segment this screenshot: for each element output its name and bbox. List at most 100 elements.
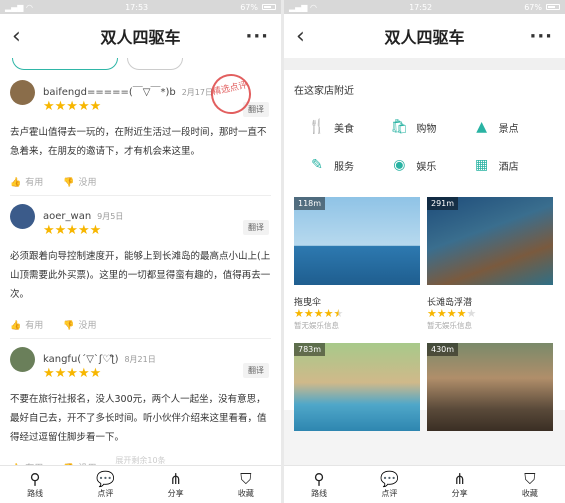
category-sights[interactable]: ▲ 景点: [473, 119, 555, 135]
review-item: baifengd=====(￣▽￣*)b 2月17日 ★★★★★ 翻译 精选点评 …: [0, 70, 281, 189]
bottom-tab-bar: ⚲ 路线 💬 点评 ⋔ 分享 ⛉ 收藏: [284, 465, 565, 503]
poi-photo[interactable]: 783m: [294, 343, 420, 431]
category-shopping[interactable]: 🛍 购物: [390, 119, 472, 135]
category-grid: 🍴 美食 🛍 购物 ▲ 景点 ✎ 服务 ◉ 娱乐 ▦ 酒店: [294, 119, 555, 173]
more-icon[interactable]: ···: [245, 26, 269, 47]
bottom-tab-bar: ⚲ 路线 💬 点评 ⋔ 分享 ⛉ 收藏: [0, 465, 281, 503]
sights-icon: ▲: [476, 119, 488, 135]
useless-label: 没用: [78, 177, 97, 188]
right-screen: ▂▄▆ ◠ 17:52 67% ‹ 双人四驱车 ··· 在这家店附近 🍴 美食 🛍 购…: [284, 0, 565, 503]
tab-share[interactable]: ⋔ 分享: [141, 466, 211, 503]
nearby-title: 在这家店附近: [294, 86, 354, 97]
review-stars: ★★★★★: [43, 366, 102, 381]
poi-photo[interactable]: 291m: [427, 197, 553, 285]
category-label: 酒店: [498, 161, 519, 173]
service-icon: ✎: [311, 157, 323, 173]
review-username[interactable]: kangfu(´▽`ʃ♡ƪ): [43, 354, 118, 365]
poi-grid: 118m 拖曳伞 ★★★★★ 暂无娱乐信息 291m 长滩岛浮潜 ★★★★★ 暂…: [294, 197, 555, 431]
useless-label: 没用: [78, 320, 97, 331]
thumbs-up-icon: 👍: [10, 320, 22, 331]
battery-icon: [262, 4, 276, 10]
useless-button[interactable]: 👎没用: [63, 318, 96, 331]
filter-chip-other[interactable]: [127, 58, 183, 70]
filter-chip-featured[interactable]: [12, 58, 118, 70]
expand-more-text[interactable]: 展开剩余10条: [0, 455, 281, 465]
shopping-icon: 🛍: [390, 119, 409, 135]
battery-percent: 67%: [240, 2, 258, 12]
bookmark-icon: ⛉: [524, 470, 536, 488]
useful-label: 有用: [25, 320, 44, 331]
useless-button[interactable]: 👎没用: [63, 175, 96, 188]
translate-button[interactable]: 翻译: [243, 363, 269, 378]
poi-distance: 291m: [427, 197, 459, 210]
battery-icon: [546, 4, 560, 10]
review-date: 9月5日: [97, 212, 124, 221]
category-entertainment[interactable]: ◉ 娱乐: [390, 157, 472, 173]
review-username[interactable]: aoer_wan: [43, 211, 91, 222]
category-hotel[interactable]: ▦ 酒店: [473, 157, 555, 173]
poi-photo[interactable]: 430m: [427, 343, 553, 431]
poi-card[interactable]: 118m 拖曳伞 ★★★★★ 暂无娱乐信息: [294, 197, 420, 331]
share-icon: ⋔: [169, 470, 182, 488]
review-username[interactable]: baifengd=====(￣▽￣*)b: [43, 87, 176, 98]
battery-percent: 67%: [524, 2, 542, 12]
tab-comment[interactable]: 💬 点评: [354, 466, 424, 503]
review-text: 必须跟着向导控制速度开，能够上到长滩岛的最高点小山上(上山顶需要此外买票)。这里…: [10, 251, 271, 300]
tab-bookmark[interactable]: ⛉ 收藏: [495, 466, 565, 503]
share-icon: ⋔: [453, 470, 466, 488]
tab-route[interactable]: ⚲ 路线: [284, 466, 354, 503]
useful-button[interactable]: 👍有用: [10, 318, 43, 331]
translate-button[interactable]: 翻译: [243, 220, 269, 235]
tab-label: 收藏: [237, 489, 254, 498]
tab-label: 路线: [311, 489, 328, 498]
nearby-section: 在这家店附近 🍴 美食 🛍 购物 ▲ 景点 ✎ 服务 ◉ 娱乐 ▦ 酒店 118m 拖曳伞 ★★★★★…: [284, 70, 565, 431]
avatar[interactable]: [10, 347, 35, 372]
status-time: 17:52: [409, 2, 433, 12]
tab-label: 收藏: [521, 489, 538, 498]
review-text: 去卢霍山值得去一玩的，在附近生活过一段时间，那时一直不急着来，在朋友的邀请下，才…: [10, 127, 267, 157]
avatar[interactable]: [10, 204, 35, 229]
tab-label: 分享: [451, 489, 468, 498]
bookmark-icon: ⛉: [240, 470, 252, 488]
category-label: 购物: [416, 123, 437, 135]
category-service[interactable]: ✎ 服务: [308, 157, 390, 173]
poi-rating: ★★★★★: [427, 307, 477, 320]
useful-label: 有用: [25, 177, 44, 188]
thumbs-down-icon: 👎: [63, 177, 75, 188]
tab-label: 路线: [27, 489, 44, 498]
hotel-icon: ▦: [475, 157, 489, 173]
category-label: 美食: [334, 123, 354, 135]
tab-comment[interactable]: 💬 点评: [70, 466, 140, 503]
review-date: 2月17日: [181, 88, 213, 97]
comment-icon: 💬: [380, 470, 399, 488]
more-icon[interactable]: ···: [529, 26, 553, 47]
status-bar: ▂▄▆ ◠ 17:52 67%: [284, 0, 565, 14]
review-text: 不要在旅行社报名，没人300元，两个人一起坐，没有意思，最好自己去，开不了多长时…: [10, 394, 267, 443]
entertainment-icon: ◉: [393, 157, 406, 173]
back-icon[interactable]: ‹: [12, 24, 36, 49]
avatar[interactable]: [10, 80, 35, 105]
tab-share[interactable]: ⋔ 分享: [425, 466, 495, 503]
food-icon: 🍴: [308, 119, 326, 135]
signal-icon: ▂▄▆ ◠: [289, 2, 317, 12]
review-date: 8月21日: [124, 355, 156, 364]
filter-chips: [0, 58, 281, 72]
poi-card[interactable]: 291m 长滩岛浮潜 ★★★★★ 暂无娱乐信息: [427, 197, 553, 331]
poi-rating: ★★★★★: [294, 307, 344, 320]
tab-bookmark[interactable]: ⛉ 收藏: [211, 466, 281, 503]
poi-card[interactable]: 430m: [427, 343, 553, 431]
tab-label: 分享: [167, 489, 184, 498]
poi-distance: 783m: [294, 343, 326, 356]
useful-button[interactable]: 👍有用: [10, 175, 43, 188]
status-time: 17:53: [125, 2, 149, 12]
comment-icon: 💬: [96, 470, 115, 488]
poi-photo[interactable]: 118m: [294, 197, 420, 285]
tab-route[interactable]: ⚲ 路线: [0, 466, 70, 503]
back-icon[interactable]: ‹: [296, 24, 320, 49]
tab-label: 点评: [97, 489, 114, 498]
review-stars: ★★★★★: [43, 223, 102, 238]
poi-card[interactable]: 783m: [294, 343, 420, 431]
status-bar: ▂▄▆ ◠ 17:53 67%: [0, 0, 281, 14]
category-food[interactable]: 🍴 美食: [308, 119, 390, 135]
section-separator: [284, 58, 565, 70]
